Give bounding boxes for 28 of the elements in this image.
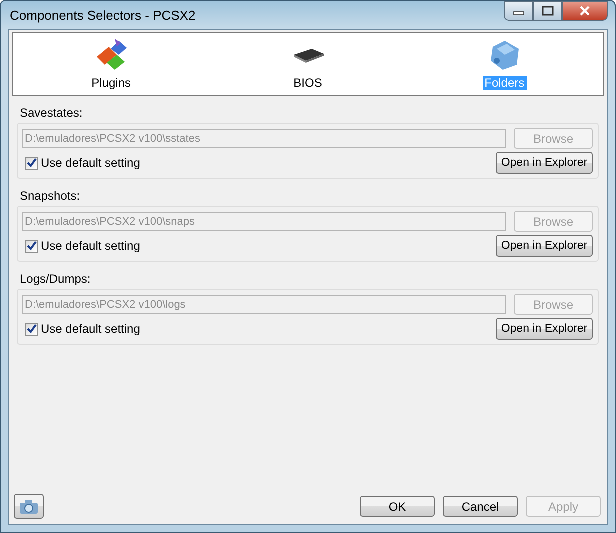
checkbox[interactable] — [25, 240, 38, 252]
minimize-button[interactable] — [504, 1, 533, 21]
checkbox[interactable] — [25, 322, 38, 336]
category-tab[interactable]: Folders — [444, 37, 565, 95]
checkbox-label: Use default setting — [41, 156, 140, 170]
maximize-button[interactable] — [533, 1, 562, 21]
checkbox-label: Use default setting — [41, 239, 140, 253]
open-in-explorer-button[interactable]: Open in Explorer — [496, 152, 593, 174]
checkbox[interactable] — [25, 156, 38, 170]
category-tab[interactable]: BIOS — [248, 37, 368, 95]
dialog-button[interactable]: OK — [360, 496, 435, 517]
maximize-icon — [542, 6, 554, 16]
dialog-button[interactable]: Cancel — [443, 496, 518, 517]
check-icon — [26, 158, 36, 168]
open-in-explorer-button[interactable]: Open in Explorer — [496, 318, 593, 340]
open-in-explorer-button[interactable]: Open in Explorer — [496, 235, 593, 257]
close-button[interactable] — [562, 1, 608, 21]
section-label: Snapshots: — [19, 188, 82, 205]
section-label: Logs/Dumps: — [19, 271, 92, 288]
check-icon — [26, 241, 36, 251]
checkbox-label: Use default setting — [41, 322, 140, 336]
camera-icon — [19, 498, 39, 514]
screenshot-button[interactable] — [14, 494, 44, 519]
section-label: Savestates: — [19, 105, 84, 122]
check-icon — [26, 324, 36, 334]
window-title: Components Selectors - PCSX2 — [9, 8, 196, 22]
category-tab[interactable]: Plugins — [51, 37, 172, 95]
close-icon — [579, 6, 591, 16]
